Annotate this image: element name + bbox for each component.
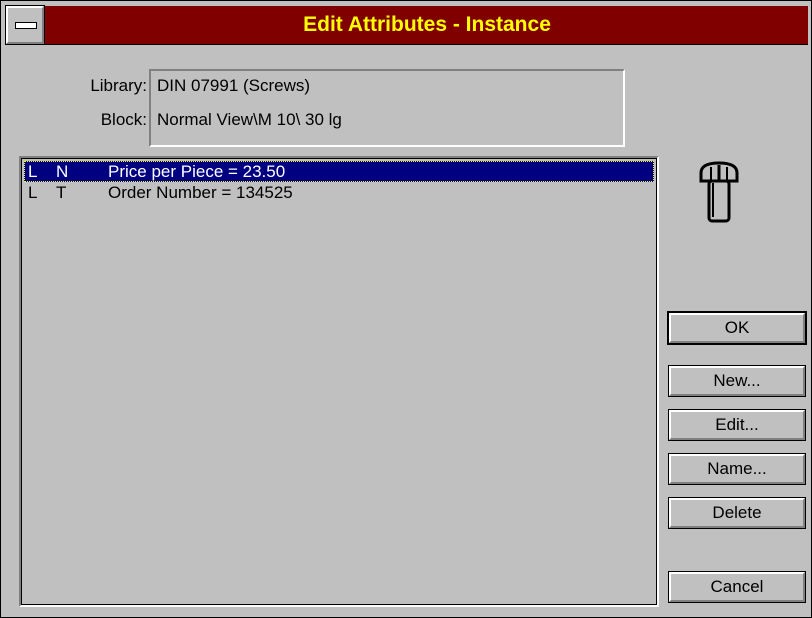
cancel-button[interactable]: Cancel <box>668 571 806 603</box>
new-button[interactable]: New... <box>668 365 806 397</box>
ok-button[interactable]: OK <box>667 311 807 345</box>
attribute-flag-1: L <box>28 183 38 202</box>
bolt-icon <box>699 161 739 223</box>
library-value: DIN 07991 (Screws) <box>157 76 311 95</box>
block-label: Block: <box>100 110 147 129</box>
attribute-flag-2: N <box>56 162 69 181</box>
delete-button[interactable]: Delete <box>668 497 806 529</box>
dialog-title: Edit Attributes - Instance <box>303 13 551 36</box>
system-menu-icon[interactable] <box>5 5 45 45</box>
attribute-flag-2: T <box>56 183 67 202</box>
title-bar[interactable]: Edit Attributes - Instance <box>5 5 808 45</box>
library-label: Library: <box>90 76 147 95</box>
edit-attributes-dialog: Edit Attributes - Instance Library: Bloc… <box>0 0 812 618</box>
attribute-list[interactable]: L N Price per Piece = 23.50 L T Order Nu… <box>19 156 659 607</box>
attribute-text: Order Number = 134525 <box>108 183 293 202</box>
block-value: Normal View\M 10\ 30 lg <box>157 110 342 129</box>
edit-button[interactable]: Edit... <box>668 409 806 441</box>
name-button[interactable]: Name... <box>668 453 806 485</box>
list-item[interactable]: L N Price per Piece = 23.50 <box>24 161 654 182</box>
attribute-text: Price per Piece = 23.50 <box>108 162 286 181</box>
attribute-flag-1: L <box>28 162 38 181</box>
list-item[interactable]: L T Order Number = 134525 <box>24 182 654 203</box>
